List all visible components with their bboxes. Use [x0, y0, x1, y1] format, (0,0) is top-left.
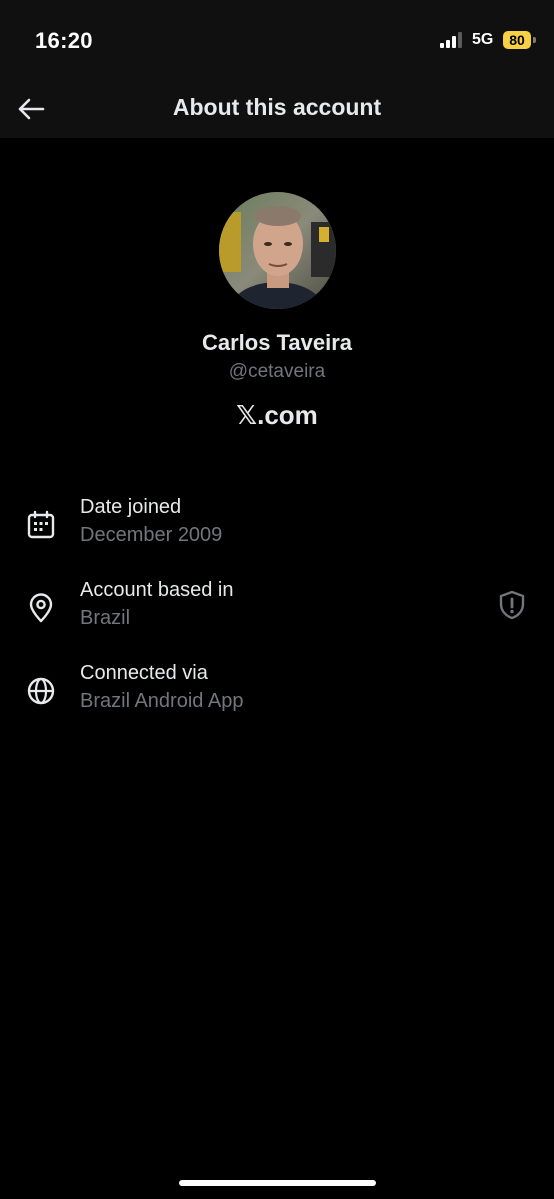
profile-handle: @cetaveira	[228, 361, 326, 382]
home-indicator[interactable]	[179, 1180, 376, 1186]
battery-cap	[533, 37, 536, 43]
globe-icon	[27, 677, 55, 705]
page-title: About this account	[172, 94, 382, 120]
cellular-signal-icon	[440, 32, 462, 48]
info-row-account-based-in: Account based in Brazil	[0, 579, 554, 639]
info-row-date-joined: Date joined December 2009	[0, 496, 554, 556]
top-header: About this account	[0, 80, 554, 138]
avatar	[219, 192, 336, 309]
location-pin-icon	[29, 593, 53, 623]
info-value: Brazil	[80, 607, 131, 629]
status-bar: 16:20 5G 80	[0, 0, 554, 80]
info-title: Date joined	[80, 496, 182, 518]
profile-name: Carlos Taveira	[201, 330, 352, 355]
info-row-connected-via: Connected via Brazil Android App	[0, 662, 554, 722]
site-label: 𝕏.com	[236, 400, 318, 430]
info-value: December 2009	[80, 524, 223, 546]
status-time: 16:20	[35, 28, 93, 53]
network-type: 5G	[472, 31, 494, 48]
calendar-icon	[27, 510, 55, 539]
info-title: Connected via	[80, 662, 208, 684]
battery-icon: 80	[503, 31, 531, 49]
avatar-photo	[219, 192, 336, 309]
info-title: Account based in	[80, 579, 234, 601]
info-value: Brazil Android App	[80, 690, 244, 712]
shield-alert-icon[interactable]	[496, 589, 528, 621]
